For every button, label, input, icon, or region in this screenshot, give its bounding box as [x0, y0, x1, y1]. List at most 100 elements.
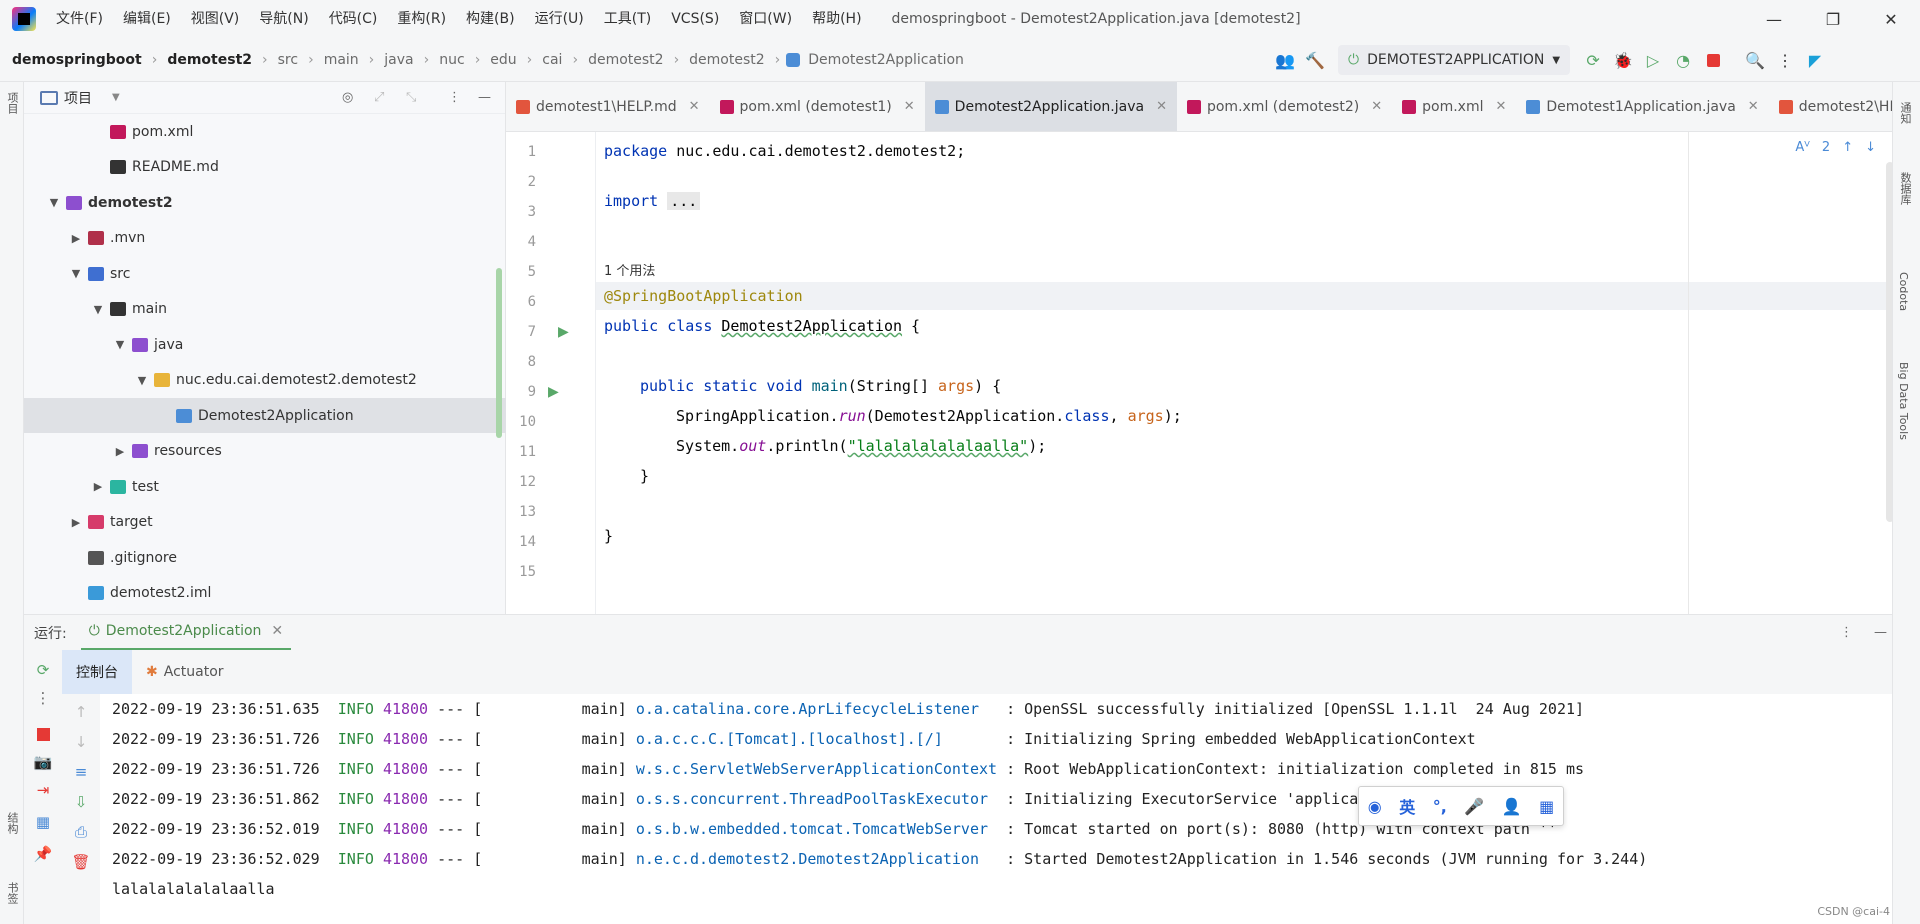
tree-item[interactable]: ▶ resources [24, 434, 506, 469]
line-number[interactable]: 5 [506, 264, 536, 280]
stop-icon[interactable] [33, 724, 53, 744]
microphone-icon[interactable]: 🎤 [1464, 797, 1484, 816]
menu-window[interactable]: 窗口(W) [729, 0, 802, 38]
menu-build[interactable]: 构建(B) [456, 0, 525, 38]
line-number[interactable]: 10 [506, 414, 536, 430]
tree-item[interactable]: ▼ demotest2 [24, 185, 506, 220]
breadcrumb-edu[interactable]: edu [486, 52, 520, 68]
run-configuration-selector[interactable]: ⏻ DEMOTEST2APPLICATION ▼ [1338, 45, 1571, 75]
breadcrumb-project[interactable]: demospringboot [8, 52, 146, 68]
debug-icon[interactable]: 🐞 [1608, 45, 1638, 75]
soft-wrap-icon[interactable]: ≡ [71, 762, 91, 782]
menu-help[interactable]: 帮助(H) [802, 0, 871, 38]
close-icon[interactable]: ✕ [689, 99, 700, 114]
rerun-icon[interactable]: ⟳ [1578, 45, 1608, 75]
close-icon[interactable]: ✕ [904, 99, 915, 114]
users-icon[interactable]: 👥 [1270, 45, 1300, 75]
stripe-bigdata-label[interactable]: Big Data Tools [1897, 362, 1910, 440]
line-number[interactable]: 4 [506, 234, 536, 250]
run-gutter-icon[interactable]: ▶ [548, 384, 559, 400]
editor-tab[interactable]: Demotest2Application.java ✕ [924, 82, 1177, 131]
line-number[interactable]: 9 [506, 384, 536, 400]
hide-panel-icon[interactable]: — [1874, 625, 1887, 640]
expand-all-icon[interactable]: ⤢ [374, 90, 384, 105]
usages-hint[interactable]: 1 个用法 [604, 260, 655, 279]
close-icon[interactable]: ✕ [1495, 99, 1506, 114]
profile-icon[interactable]: ◔ [1668, 45, 1698, 75]
stop-icon[interactable] [1698, 45, 1728, 75]
user-icon[interactable]: 👤 [1502, 797, 1522, 816]
chevron-down-icon[interactable]: ▼ [112, 338, 128, 351]
run-gutter-icon[interactable]: ▶ [558, 324, 569, 340]
editor-tab[interactable]: Demotest1Application.java ✕ [1516, 82, 1768, 131]
pin-icon[interactable]: 📌 [33, 844, 53, 864]
close-icon[interactable]: ✕ [1371, 99, 1382, 114]
options-icon[interactable]: ⋮ [1840, 625, 1853, 640]
editor-tab[interactable]: demotest1\HELP.md ✕ [506, 82, 710, 131]
tree-item[interactable]: .gitignore [24, 540, 506, 575]
menu-view[interactable]: 视图(V) [181, 0, 250, 38]
stripe-bookmarks-label[interactable]: 书签 [4, 882, 20, 904]
run-coverage-icon[interactable]: ▷ [1638, 45, 1668, 75]
tree-item[interactable]: ▼ nuc.edu.cai.demotest2.demotest2 [24, 363, 506, 398]
menu-edit[interactable]: 编辑(E) [113, 0, 181, 38]
stripe-structure-label[interactable]: 结构 [4, 812, 20, 834]
line-number[interactable]: 1 [506, 144, 536, 160]
stripe-project-label[interactable]: 项目 [4, 92, 20, 114]
tree-item[interactable]: pom.xml [24, 114, 506, 149]
breadcrumb-demotest2-pkg[interactable]: demotest2 [584, 52, 668, 68]
menu-refactor[interactable]: 重构(R) [387, 0, 456, 38]
chevron-right-icon[interactable]: ▶ [112, 445, 128, 458]
search-icon[interactable]: 🔍 [1740, 45, 1770, 75]
stripe-codota-label[interactable]: Codota [1897, 272, 1910, 311]
minimize-button[interactable]: — [1745, 0, 1803, 38]
project-panel-title[interactable]: 项目 [64, 88, 92, 108]
tree-item[interactable]: ▶ .mvn [24, 221, 506, 256]
close-icon[interactable]: ✕ [1156, 99, 1167, 114]
arrow-up-icon[interactable]: ↑ [71, 702, 91, 722]
line-number[interactable]: 6 [506, 294, 536, 310]
chevron-down-icon[interactable]: ▼ [90, 303, 106, 316]
editor-tab[interactable]: pom.xml (demotest2) ✕ [1177, 82, 1392, 131]
line-number[interactable]: 8 [506, 354, 536, 370]
code-editor[interactable]: 1 2 3 4 5 6 7 8 9 10 11 12 13 14 15 ▶ ▶ Aⱽ 2 ↑ ↓ package… [506, 132, 1920, 614]
line-number[interactable]: 2 [506, 174, 536, 190]
breadcrumb-nuc[interactable]: nuc [435, 52, 468, 68]
folded-imports[interactable]: ... [667, 192, 701, 210]
line-number[interactable]: 14 [506, 534, 536, 550]
layout-icon[interactable]: ▦ [33, 812, 53, 832]
menu-file[interactable]: 文件(F) [46, 0, 113, 38]
menu-code[interactable]: 代码(C) [319, 0, 388, 38]
breadcrumb-main[interactable]: main [320, 52, 363, 68]
breadcrumb-demotest2-subpkg[interactable]: demotest2 [685, 52, 769, 68]
assistant-icon[interactable]: ◤ [1800, 45, 1830, 75]
inspection-widget[interactable]: Aⱽ 2 ↑ ↓ [1795, 140, 1876, 155]
rerun-icon[interactable]: ⟳ [33, 660, 53, 680]
print-icon[interactable]: ⎙ [71, 822, 91, 842]
restore-button[interactable]: ❐ [1804, 0, 1862, 38]
close-icon[interactable]: ✕ [271, 623, 283, 639]
tree-item[interactable]: Demotest2Application [24, 398, 506, 433]
tab-actuator[interactable]: ✱ Actuator [132, 650, 238, 694]
line-number[interactable]: 13 [506, 504, 536, 520]
close-window-button[interactable]: ✕ [1862, 0, 1920, 38]
chevron-down-icon[interactable]: ▼ [46, 196, 62, 209]
chevron-right-icon[interactable]: ▶ [90, 480, 106, 493]
tab-console[interactable]: 控制台 [62, 650, 132, 694]
line-number[interactable]: 15 [506, 564, 536, 580]
stripe-notifications-label[interactable]: 通知 [1897, 102, 1913, 124]
editor-tab[interactable]: pom.xml (demotest1) ✕ [710, 82, 925, 131]
clear-icon[interactable]: 🗑 [71, 852, 91, 872]
menu-vcs[interactable]: VCS(S) [661, 0, 729, 38]
editor-tab[interactable]: pom.xml ✕ [1392, 82, 1516, 131]
stripe-database-label[interactable]: 数据库 [1897, 172, 1913, 205]
line-number[interactable]: 3 [506, 204, 536, 220]
scroll-to-end-icon[interactable]: ⇩ [71, 792, 91, 812]
close-icon[interactable]: ✕ [1748, 99, 1759, 114]
hide-panel-icon[interactable]: — [478, 90, 491, 105]
line-number[interactable]: 11 [506, 444, 536, 460]
tree-item[interactable]: ▶ target [24, 505, 506, 540]
tree-item[interactable]: demotest2.iml [24, 576, 506, 611]
console-output[interactable]: 2022-09-19 23:36:51.635 INFO 41800 --- [… [100, 694, 1892, 924]
chevron-right-icon[interactable]: ▶ [68, 516, 84, 529]
